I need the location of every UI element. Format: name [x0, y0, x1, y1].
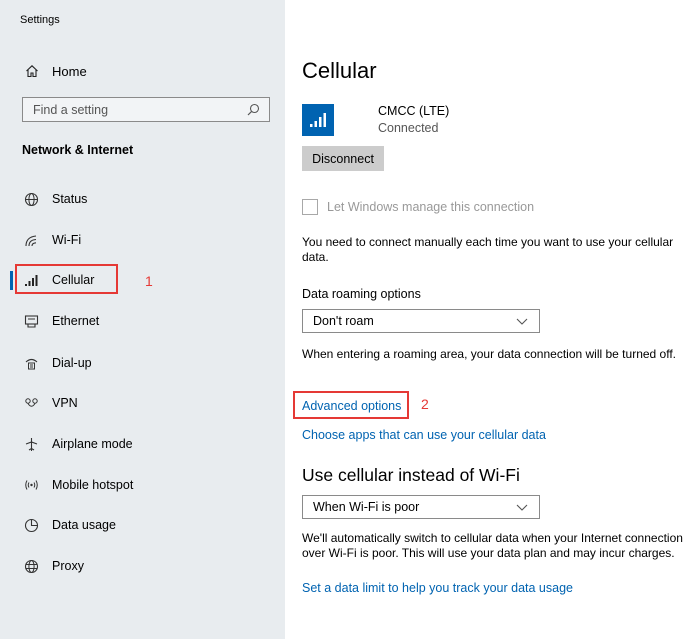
- disconnect-button[interactable]: Disconnect: [302, 146, 384, 171]
- sidebar-item-status[interactable]: Status: [0, 186, 285, 212]
- annotation-box-1: [15, 264, 118, 294]
- wifi-icon: [22, 231, 40, 249]
- manage-connection-label: Let Windows manage this connection: [327, 200, 535, 214]
- roaming-label: Data roaming options: [302, 287, 421, 301]
- sidebar-item-label: Data usage: [52, 518, 116, 532]
- sidebar-item-data-usage[interactable]: Data usage: [0, 512, 285, 538]
- annotation-number-1: 1: [145, 273, 153, 289]
- app-title: Settings: [20, 14, 60, 26]
- selection-indicator: [10, 271, 13, 290]
- wifi-section-description: We'll automatically switch to cellular d…: [302, 531, 683, 560]
- ethernet-icon: [22, 312, 40, 330]
- annotation-number-2: 2: [421, 396, 429, 412]
- hotspot-icon: [22, 476, 40, 494]
- manage-connection-checkbox-row[interactable]: Let Windows manage this connection: [302, 199, 534, 215]
- wifi-fallback-selected-value: When Wi-Fi is poor: [313, 500, 420, 514]
- home-label: Home: [52, 63, 87, 79]
- sidebar-item-label: VPN: [52, 396, 78, 410]
- connection-status: Connected: [378, 121, 439, 135]
- sidebar: Settings Home Find a setting Network & I…: [0, 0, 285, 639]
- sidebar-item-mobile-hotspot[interactable]: Mobile hotspot: [0, 472, 285, 498]
- home-icon: [22, 64, 42, 78]
- wifi-section-title: Use cellular instead of Wi-Fi: [302, 465, 520, 485]
- sidebar-item-label: Wi-Fi: [52, 233, 82, 247]
- manage-connection-checkbox[interactable]: [302, 199, 318, 215]
- sidebar-item-dialup[interactable]: Dial-up: [0, 350, 285, 376]
- globe-icon: [22, 190, 40, 208]
- sidebar-item-label: Ethernet: [52, 314, 100, 328]
- proxy-icon: [22, 557, 40, 575]
- connection-name: CMCC (LTE): [378, 104, 450, 118]
- data-usage-icon: [22, 516, 40, 534]
- sidebar-item-label: Airplane mode: [52, 437, 133, 451]
- sidebar-item-proxy[interactable]: Proxy: [0, 553, 285, 579]
- chevron-down-icon: [515, 502, 529, 512]
- sidebar-item-label: Status: [52, 192, 88, 206]
- choose-apps-link[interactable]: Choose apps that can use your cellular d…: [302, 428, 546, 442]
- sidebar-item-airplane-mode[interactable]: Airplane mode: [0, 431, 285, 457]
- roaming-dropdown[interactable]: Don't roam: [302, 309, 540, 333]
- search-placeholder: Find a setting: [33, 102, 109, 117]
- wifi-fallback-dropdown[interactable]: When Wi-Fi is poor: [302, 495, 540, 519]
- search-input[interactable]: Find a setting: [22, 97, 270, 122]
- sidebar-item-wifi[interactable]: Wi-Fi: [0, 227, 285, 253]
- cellular-connection-icon: [302, 104, 334, 136]
- airplane-icon: [22, 435, 40, 453]
- roaming-description: When entering a roaming area, your data …: [302, 347, 677, 361]
- manual-connect-text: You need to connect manually each time y…: [302, 235, 674, 264]
- chevron-down-icon: [515, 316, 529, 326]
- section-title: Network & Internet: [22, 143, 134, 157]
- sidebar-item-vpn[interactable]: VPN: [0, 390, 285, 416]
- page-title: Cellular: [302, 58, 377, 83]
- dialup-icon: [22, 354, 40, 372]
- roaming-selected-value: Don't roam: [313, 314, 374, 328]
- sidebar-item-label: Proxy: [52, 559, 84, 573]
- search-icon[interactable]: [245, 102, 261, 118]
- sidebar-item-label: Dial-up: [52, 356, 92, 370]
- home-nav-item[interactable]: Home: [22, 61, 87, 81]
- sidebar-item-label: Mobile hotspot: [52, 478, 134, 492]
- annotation-box-2: [293, 391, 409, 419]
- data-limit-link[interactable]: Set a data limit to help you track your …: [302, 581, 573, 595]
- sidebar-item-ethernet[interactable]: Ethernet: [0, 308, 285, 334]
- vpn-icon: [22, 394, 40, 412]
